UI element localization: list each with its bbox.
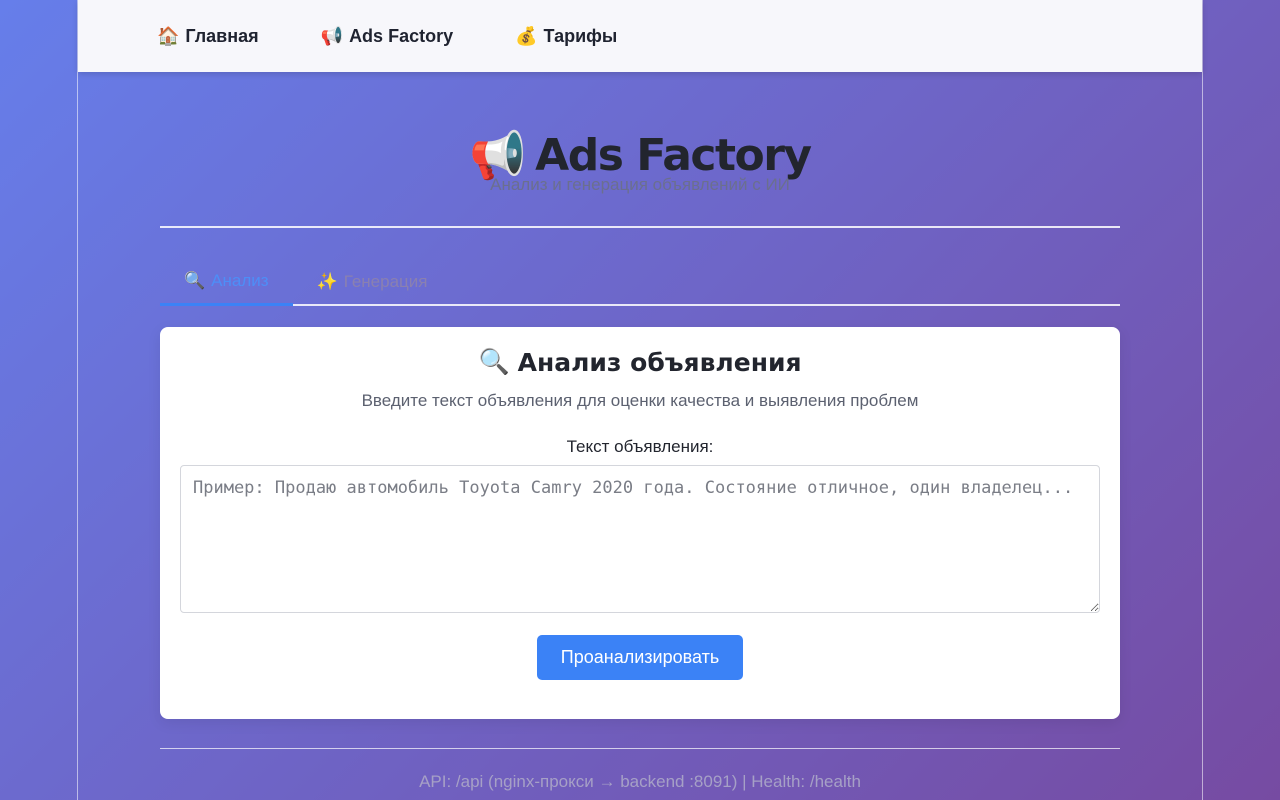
analysis-card: 🔍 Анализ объявления Введите текст объявл… — [160, 327, 1120, 719]
sparkles-icon: ✨ — [316, 272, 338, 292]
footer-api-info: API: /api (nginx-прокси → backend :8091)… — [419, 772, 861, 791]
ad-text-input[interactable] — [180, 465, 1100, 613]
tab-bar: 🔍 Анализ ✨ Генерация — [160, 258, 1120, 306]
tab-analysis-label: Анализ — [211, 270, 269, 290]
nav-pricing-link[interactable]: 💰 Тарифы — [515, 26, 617, 47]
megaphone-icon: 📢 — [320, 25, 344, 47]
nav-ads-factory-label: Ads Factory — [349, 25, 454, 46]
house-icon: 🏠 — [157, 25, 180, 47]
tab-generation-label: Генерация — [343, 272, 428, 291]
tab-analysis[interactable]: 🔍 Анализ — [160, 258, 293, 306]
page-subtitle: Анализ и генерация объявлений с ИИ — [490, 175, 790, 194]
nav-pricing-label: Тарифы — [543, 25, 618, 46]
magnifier-icon: 🔍 — [184, 270, 206, 291]
tab-generation[interactable]: ✨ Генерация — [293, 258, 452, 306]
top-navigation: 🏠 Главная 📢 Ads Factory 💰 Тарифы — [78, 0, 1202, 72]
header-divider — [160, 226, 1120, 228]
card-description: Введите текст объявления для оценки каче… — [361, 391, 919, 410]
nav-home-label: Главная — [185, 25, 259, 46]
hero-header: 📢 Ads Factory Анализ и генерация объявле… — [160, 128, 1120, 195]
footer-divider — [160, 748, 1120, 749]
money-bag-icon: 💰 — [515, 25, 538, 47]
card-title: 🔍 Анализ объявления — [160, 347, 1120, 377]
card-title-text: Анализ объявления — [517, 347, 802, 377]
nav-ads-factory-link[interactable]: 📢 Ads Factory — [321, 26, 453, 47]
analyze-button[interactable]: Проанализировать — [536, 635, 744, 680]
page-title-text: Ads Factory — [535, 130, 812, 181]
magnifier-icon: 🔍 — [478, 347, 510, 376]
nav-home-link[interactable]: 🏠 Главная — [157, 26, 259, 47]
ad-text-label: Текст объявления: — [566, 437, 714, 456]
